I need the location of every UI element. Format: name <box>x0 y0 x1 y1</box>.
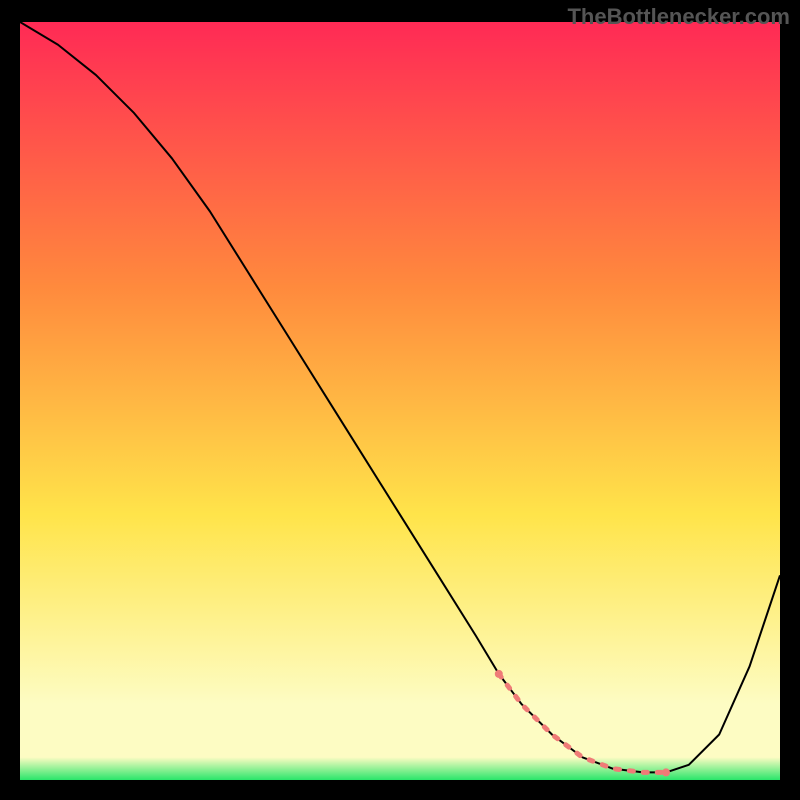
chart-plot-area <box>20 22 780 780</box>
highlight-endpoint <box>495 670 503 678</box>
highlight-endpoint <box>662 768 670 776</box>
watermark-text: TheBottlenecker.com <box>567 4 790 30</box>
chart-background <box>20 22 780 780</box>
bottleneck-chart <box>20 22 780 780</box>
